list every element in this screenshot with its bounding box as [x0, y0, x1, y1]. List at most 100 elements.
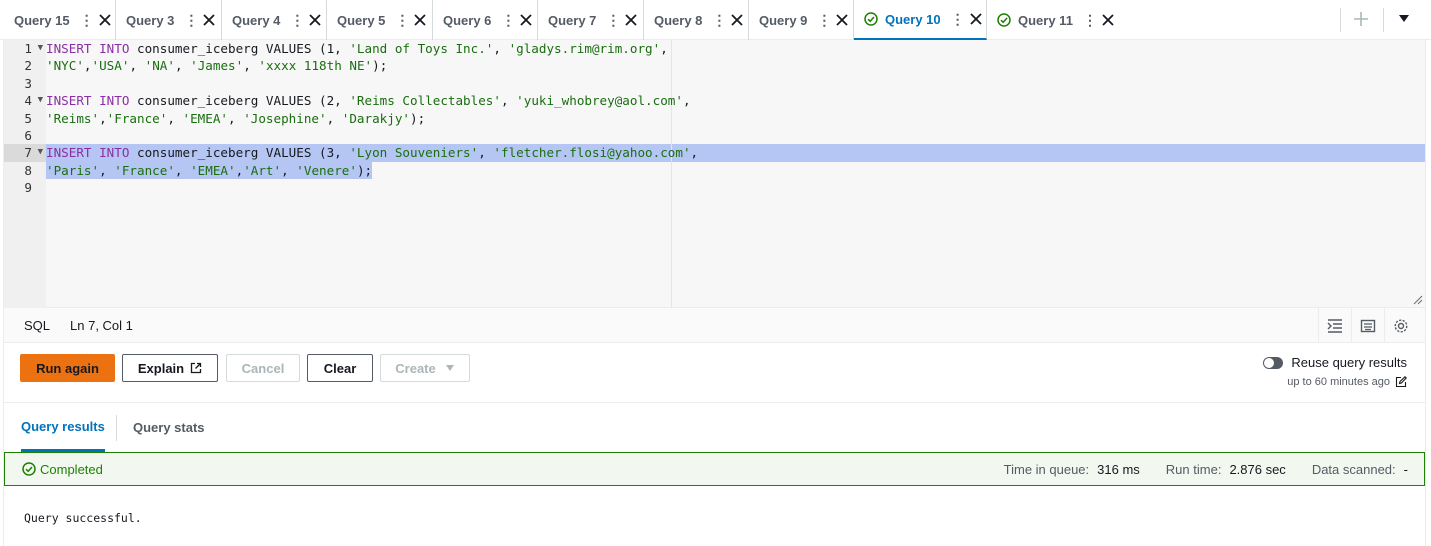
- reuse-results: Reuse query results up to 60 minutes ago: [1263, 355, 1407, 388]
- external-link-icon: [190, 362, 202, 374]
- tab-query-8[interactable]: Query 8 ⋮: [644, 0, 749, 40]
- gear-icon: [1394, 318, 1408, 333]
- keyboard-icon: [1360, 319, 1376, 332]
- cursor-position: Ln 7, Col 1: [70, 317, 133, 333]
- tab-query-stats[interactable]: Query stats: [133, 403, 205, 452]
- tab-menu-icon[interactable]: ⋮: [290, 12, 304, 29]
- tab-query-10[interactable]: Query 10 ⋮: [854, 0, 987, 40]
- reuse-results-toggle[interactable]: [1263, 356, 1284, 369]
- tab-query-9[interactable]: Query 9 ⋮: [749, 0, 854, 40]
- success-check-icon: [22, 462, 36, 476]
- add-tab-icon[interactable]: [1352, 10, 1370, 28]
- tab-menu-icon[interactable]: ⋮: [1083, 12, 1097, 29]
- close-icon[interactable]: [413, 13, 427, 27]
- line-number: 4 ▼: [24, 93, 43, 109]
- run-time-label: Run time:: [1165, 461, 1222, 477]
- tab-menu-icon[interactable]: ⋮: [184, 12, 198, 29]
- success-check-icon: [997, 13, 1011, 27]
- close-icon[interactable]: [835, 13, 849, 27]
- tab-menu-icon[interactable]: ⋮: [501, 12, 515, 29]
- code-line: INSERT INTO consumer_iceberg VALUES (2, …: [46, 93, 691, 109]
- code-line: 'Paris', 'France', 'EMEA','Art', 'Venere…: [46, 161, 373, 180]
- cancel-button[interactable]: Cancel: [226, 354, 300, 382]
- tab-menu-icon[interactable]: ⋮: [80, 12, 94, 29]
- tab-menu-icon[interactable]: ⋮: [712, 12, 726, 29]
- tab-menu-icon[interactable]: ⋮: [951, 11, 965, 28]
- close-icon[interactable]: [308, 13, 322, 27]
- tabs-menu-caret-icon[interactable]: [1398, 14, 1410, 24]
- sql-editor[interactable]: 1 ▼ 2 3 4 ▼ 5 6 7 ▼ 8 9 INSERT INTO consume…: [4, 40, 1425, 308]
- line-number: 6: [24, 128, 32, 143]
- query-tab-bar: Query 15 ⋮ Query 3 ⋮ Query 4 ⋮ Query 5 ⋮…: [0, 0, 1431, 40]
- queue-time-value: 316 ms: [1097, 461, 1140, 477]
- format-query-button[interactable]: [1318, 308, 1351, 343]
- language-label: SQL: [24, 317, 51, 333]
- result-message: Query successful.: [24, 511, 142, 525]
- edit-icon[interactable]: [1395, 376, 1407, 388]
- tab-menu-icon[interactable]: ⋮: [606, 12, 620, 29]
- tab-query-results[interactable]: Query results: [21, 403, 105, 452]
- status-text: Completed: [40, 461, 103, 477]
- line-number: 7 ▼: [4, 144, 46, 162]
- tab-label: Query 9: [759, 12, 808, 28]
- explain-label: Explain: [137, 360, 185, 376]
- data-scanned-label: Data scanned:: [1311, 461, 1396, 477]
- tab-query-5[interactable]: Query 5 ⋮: [327, 0, 433, 40]
- create-button[interactable]: Create: [380, 354, 470, 382]
- shortcuts-button[interactable]: [1351, 308, 1384, 343]
- editor-tools: [1318, 308, 1417, 343]
- explain-button[interactable]: Explain: [122, 354, 218, 382]
- data-scanned-value: -: [1403, 461, 1408, 477]
- reuse-results-label: Reuse query results: [1291, 355, 1407, 370]
- clear-button[interactable]: Clear: [307, 354, 373, 382]
- line-number: 1 ▼: [24, 41, 43, 56]
- tab-label: Query 5: [337, 12, 386, 28]
- line-number: 8: [24, 162, 32, 178]
- query-action-bar: Run again Explain Cancel Clear Create Re…: [4, 343, 1425, 403]
- tab-label: Query 10: [885, 11, 941, 27]
- tab-menu-icon[interactable]: ⋮: [817, 12, 831, 29]
- tab-label: Query 7: [548, 12, 597, 28]
- query-status-banner: Completed Time in queue: 316 ms Run time…: [4, 452, 1425, 486]
- code-line: 'NYC','USA', 'NA', 'James', 'xxxx 118th …: [46, 58, 388, 74]
- editor-status-bar: SQL Ln 7, Col 1: [4, 308, 1425, 343]
- tab-label: Query 6: [443, 12, 492, 28]
- code-area[interactable]: INSERT INTO consumer_iceberg VALUES (1, …: [46, 40, 1425, 308]
- line-number: 3: [24, 75, 32, 91]
- close-icon[interactable]: [730, 13, 744, 27]
- create-label: Create: [395, 360, 436, 376]
- result-tabs: Query results Query stats: [4, 403, 1425, 452]
- tab-query-15[interactable]: Query 15 ⋮: [0, 0, 116, 40]
- tab-query-7[interactable]: Query 7 ⋮: [538, 0, 644, 40]
- resize-grip-icon[interactable]: [1413, 295, 1423, 305]
- divider: [1340, 8, 1341, 32]
- completed-status: Completed: [22, 462, 103, 477]
- run-time-value: 2.876 sec: [1229, 461, 1286, 477]
- close-icon[interactable]: [1101, 13, 1115, 27]
- format-icon: [1327, 318, 1342, 333]
- code-line: INSERT INTO consumer_iceberg VALUES (1, …: [46, 41, 668, 56]
- tab-query-11[interactable]: Query 11 ⋮: [987, 0, 1117, 40]
- divider: [1383, 8, 1384, 32]
- border: [1425, 40, 1426, 546]
- tab-query-4[interactable]: Query 4 ⋮: [222, 0, 327, 40]
- tab-menu-icon[interactable]: ⋮: [395, 12, 409, 29]
- close-icon[interactable]: [969, 12, 983, 26]
- close-icon[interactable]: [202, 13, 216, 27]
- line-number: 9: [24, 180, 32, 196]
- settings-button[interactable]: [1384, 308, 1417, 343]
- tab-query-6[interactable]: Query 6 ⋮: [433, 0, 538, 40]
- tab-label: Query 3: [126, 12, 175, 28]
- close-icon[interactable]: [98, 13, 112, 27]
- close-icon[interactable]: [624, 13, 638, 27]
- query-stats-summary: Time in queue: 316 ms Run time: 2.876 se…: [1004, 453, 1408, 485]
- reuse-results-age: up to 60 minutes ago: [1287, 376, 1390, 388]
- tab-label: Query 8: [654, 12, 703, 28]
- close-icon[interactable]: [519, 13, 533, 27]
- run-again-button[interactable]: Run again: [20, 354, 115, 382]
- line-number: 5: [24, 110, 32, 126]
- tab-query-3[interactable]: Query 3 ⋮: [116, 0, 222, 40]
- code-line: 'Reims','France', 'EMEA', 'Josephine', '…: [46, 110, 426, 126]
- code-line: INSERT INTO consumer_iceberg VALUES (3, …: [46, 145, 699, 161]
- success-check-icon: [864, 12, 878, 26]
